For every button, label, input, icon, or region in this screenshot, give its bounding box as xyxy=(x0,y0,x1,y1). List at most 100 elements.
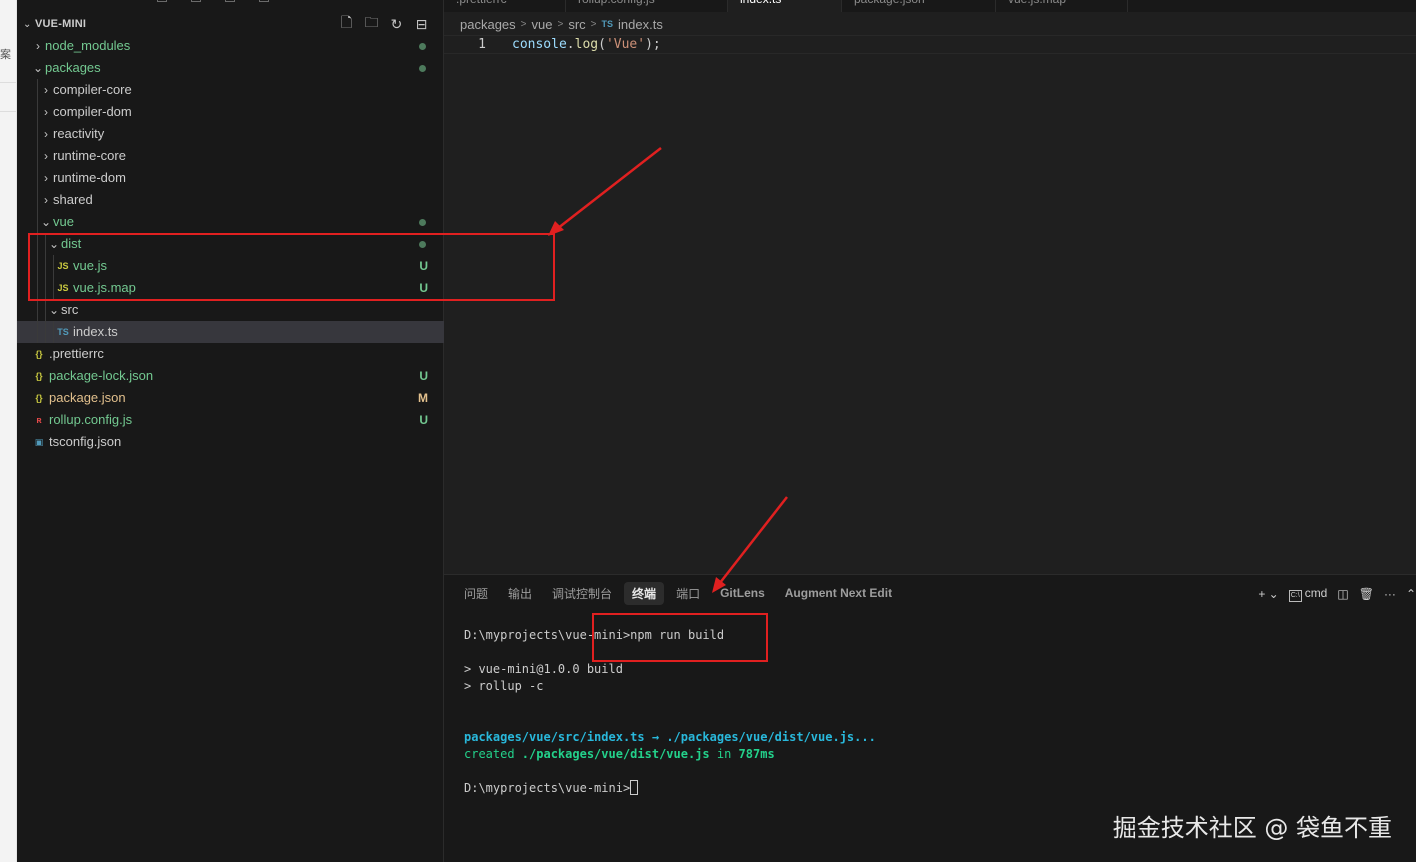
indent-guide xyxy=(37,167,38,189)
tree-folder-compiler-dom[interactable]: › compiler-dom xyxy=(17,101,444,123)
tree-file-tsconfig-json[interactable]: ▣ tsconfig.json xyxy=(17,431,444,453)
tree-item-label: shared xyxy=(53,192,93,207)
indent-guide xyxy=(37,189,38,211)
tree-folder-compiler-core[interactable]: › compiler-core xyxy=(17,79,444,101)
trash-icon[interactable]: 🗑 xyxy=(1359,587,1374,601)
tree-item-label: tsconfig.json xyxy=(49,434,122,449)
indent-guide xyxy=(45,299,46,321)
tree-folder-vue[interactable]: ⌄ vue xyxy=(17,211,444,233)
json-file-icon: {} xyxy=(35,393,43,403)
tree-folder-src[interactable]: ⌄ src xyxy=(17,299,444,321)
new-folder-icon[interactable]: 🗀 xyxy=(363,12,380,36)
json-file-icon: {} xyxy=(35,371,43,381)
left-strip-char: 案 xyxy=(0,49,11,61)
tree-item-label: node_modules xyxy=(45,38,131,53)
tree-folder-shared[interactable]: › shared xyxy=(17,189,444,211)
tab-vue-js-map[interactable]: vue.js.map xyxy=(996,0,1128,12)
left-window-strip: 案 xyxy=(0,0,17,862)
tab-augment-next-edit[interactable]: Augment Next Edit xyxy=(777,583,900,603)
split-icon[interactable]: ◫ xyxy=(1337,587,1348,601)
terminal-shell-selector[interactable]: C:\ cmd xyxy=(1288,586,1327,602)
tsconfig-file-icon: ▣ xyxy=(34,437,44,447)
explorer-header[interactable]: ⌄ VUE-MINI 🗋 🗀 ↻ ⊟ xyxy=(17,13,444,35)
tree-file-rollup-config-js[interactable]: ʀ rollup.config.js U xyxy=(17,409,444,431)
breadcrumb-item[interactable]: vue xyxy=(532,17,553,32)
extensions-icon[interactable] xyxy=(259,0,269,2)
tab-ports[interactable]: 端口 xyxy=(668,582,708,605)
search-icon[interactable] xyxy=(191,0,201,2)
chevron-right-icon: > xyxy=(557,18,564,30)
typescript-file-icon: TS xyxy=(601,19,614,29)
tree-folder-node-modules[interactable]: › node_modules xyxy=(17,35,444,57)
code-line[interactable]: 1 console.log('Vue'); xyxy=(444,35,1416,54)
tab-package-json[interactable]: package.json xyxy=(842,0,996,12)
tree-folder-runtime-core[interactable]: › runtime-core xyxy=(17,145,444,167)
scm-icon[interactable] xyxy=(225,0,235,2)
tree-file-package-lock-json[interactable]: {} package-lock.json U xyxy=(17,365,444,387)
tree-item-label: package-lock.json xyxy=(49,368,154,383)
indent-guide xyxy=(37,299,38,321)
chevron-right-icon: › xyxy=(44,105,48,119)
tree-folder-packages[interactable]: ⌄ packages xyxy=(17,57,444,79)
tree-file-package-json[interactable]: {} package.json M xyxy=(17,387,444,409)
new-file-icon[interactable]: 🗋 xyxy=(338,12,355,36)
chevron-down-icon: ⌄ xyxy=(48,303,60,317)
terminal-line: > vue-mini@1.0.0 build xyxy=(464,662,623,676)
tree-item-label: runtime-dom xyxy=(53,170,126,185)
tree-item-label: runtime-core xyxy=(53,148,126,163)
breadcrumb-item[interactable]: src xyxy=(568,17,585,32)
files-icon[interactable] xyxy=(157,0,167,2)
collapse-icon[interactable]: ⊟ xyxy=(413,16,430,33)
indent-guide xyxy=(53,321,54,343)
tree-item-label: compiler-core xyxy=(53,82,132,97)
tab-rollup-config[interactable]: rollup.config.js xyxy=(566,0,728,12)
tree-item-label: rollup.config.js xyxy=(49,412,133,427)
tab-problems[interactable]: 问题 xyxy=(456,582,496,605)
chevron-right-icon: › xyxy=(44,193,48,207)
tab-debug-console[interactable]: 调试控制台 xyxy=(544,582,620,605)
tab-gitlens[interactable]: GitLens xyxy=(712,583,773,603)
refresh-icon[interactable]: ↻ xyxy=(388,16,405,33)
indent-guide xyxy=(37,123,38,145)
chevron-right-icon: > xyxy=(520,18,527,30)
line-number: 1 xyxy=(478,37,486,52)
tab-terminal[interactable]: 终端 xyxy=(624,581,665,605)
more-icon[interactable]: ··· xyxy=(1384,587,1396,601)
tree-folder-runtime-dom[interactable]: › runtime-dom xyxy=(17,167,444,189)
terminal-line: packages/vue/src/index.ts → ./packages/v… xyxy=(464,730,876,744)
add-terminal-button[interactable]: + ⌄ xyxy=(1258,587,1278,601)
left-strip-box xyxy=(0,82,16,112)
terminal-cursor xyxy=(630,780,639,795)
breadcrumb: packages > vue > src > TS index.ts xyxy=(460,14,663,34)
git-status-badge: U xyxy=(419,413,428,427)
tree-file-index-ts[interactable]: TS index.ts xyxy=(17,321,444,343)
indent-guide xyxy=(37,211,38,233)
chevron-down-icon: ⌄ xyxy=(32,61,44,75)
indent-guide xyxy=(37,145,38,167)
tab-index-ts[interactable]: index.ts xyxy=(728,0,842,12)
explorer-actions: 🗋 🗀 ↻ ⊟ xyxy=(338,13,430,35)
code-text[interactable]: console.log('Vue'); xyxy=(512,36,661,54)
editor-area: .prettierrc rollup.config.js index.ts pa… xyxy=(444,0,1416,574)
chevron-right-icon: › xyxy=(44,127,48,141)
tree-file--prettierrc[interactable]: {} .prettierrc xyxy=(17,343,444,365)
explorer-sidebar: ⌄ VUE-MINI 🗋 🗀 ↻ ⊟ › node_modules ⌄ package… xyxy=(17,0,444,862)
breadcrumb-item[interactable]: index.ts xyxy=(618,17,663,32)
tab-prettierrc[interactable]: .prettierrc xyxy=(444,0,566,12)
annotation-box-command xyxy=(592,613,768,662)
typescript-file-icon: TS xyxy=(57,327,69,337)
tab-output[interactable]: 输出 xyxy=(500,582,540,605)
git-status-badge: U xyxy=(419,369,428,383)
indent-guide xyxy=(45,321,46,343)
chevron-right-icon: › xyxy=(44,83,48,97)
git-status-dot xyxy=(419,43,426,50)
indent-guide xyxy=(37,321,38,343)
watermark: 掘金技术社区 @ 袋鱼不重 xyxy=(1112,814,1392,842)
editor-tabs: .prettierrc rollup.config.js index.ts pa… xyxy=(444,0,1416,12)
tree-folder-reactivity[interactable]: › reactivity xyxy=(17,123,444,145)
chevron-up-icon[interactable]: ⌃ xyxy=(1406,587,1416,601)
panel-actions: + ⌄ C:\ cmd ◫ 🗑 ··· ⌃ xyxy=(1258,583,1416,605)
breadcrumb-item[interactable]: packages xyxy=(460,17,516,32)
